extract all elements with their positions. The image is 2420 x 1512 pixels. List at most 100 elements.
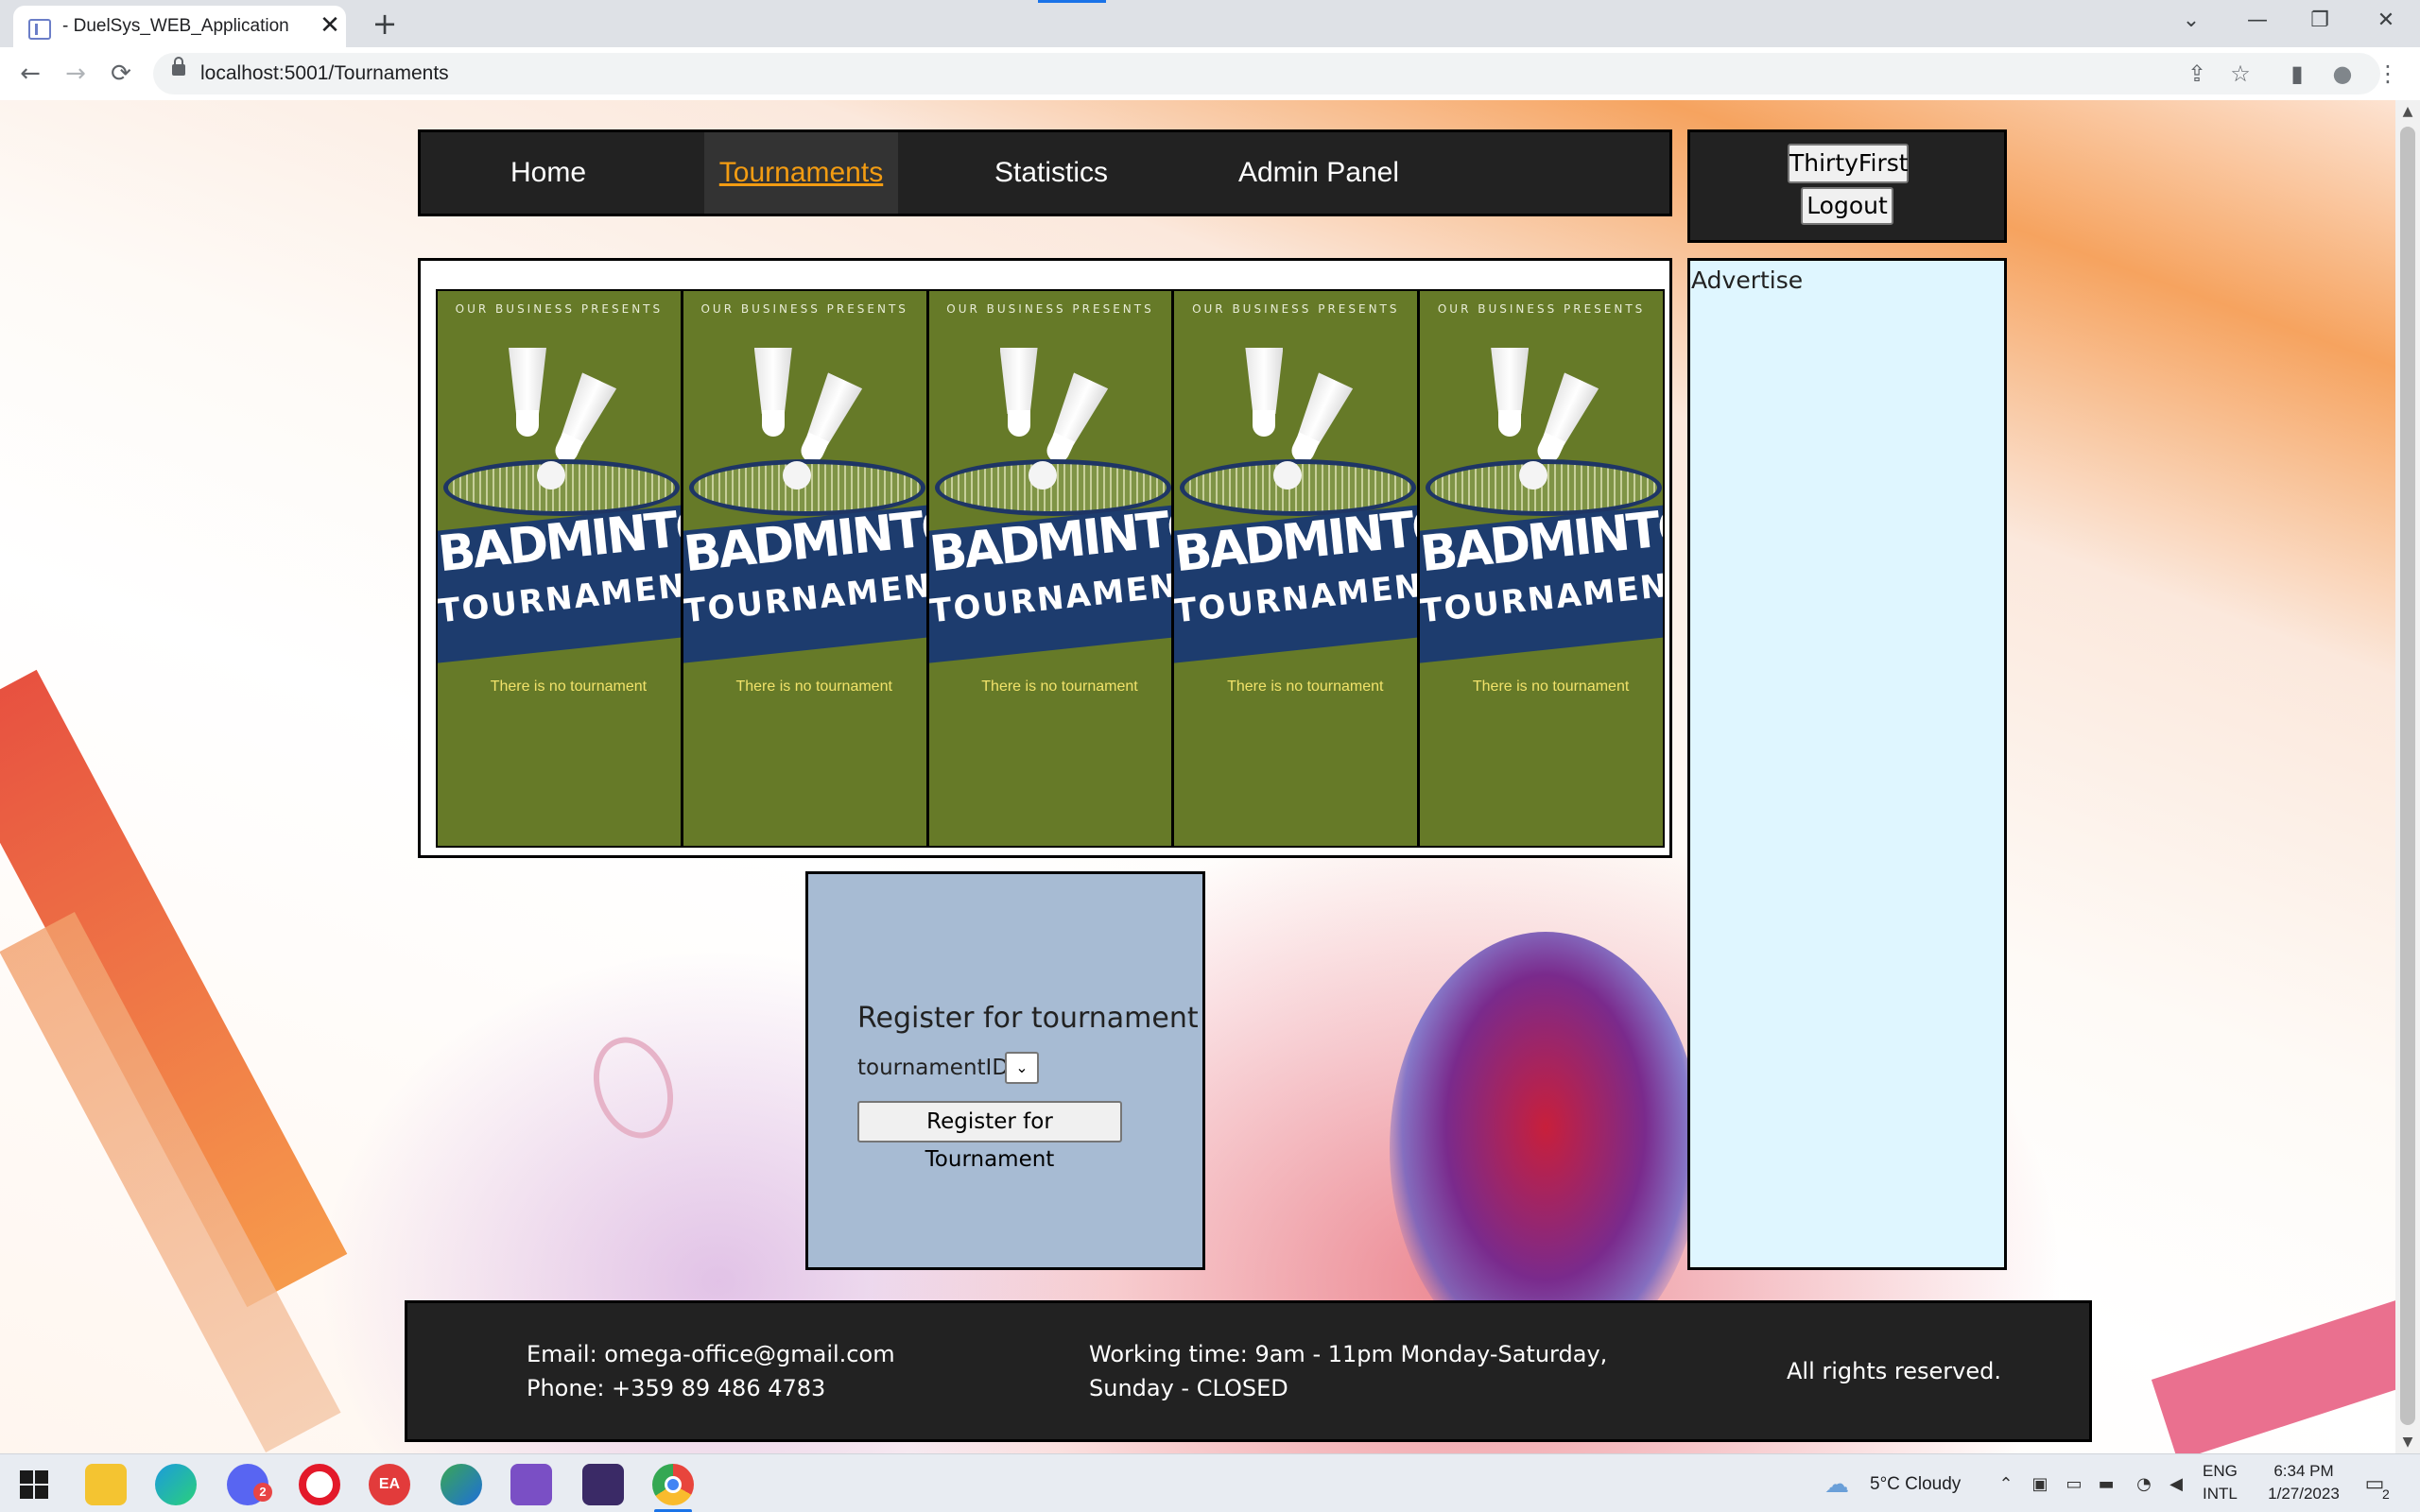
minimize-button[interactable]: — [2229,2,2286,40]
tournament-id-select[interactable]: ⌄ [1005,1052,1039,1084]
weather-cloud-icon[interactable]: ☁ [1824,1472,1849,1497]
card-subtitle: OUR BUSINESS PRESENTS [455,302,664,316]
tournament-card[interactable]: OUR BUSINESS PRESENTS BADMINTON TOURNAME… [436,289,682,848]
close-window-button[interactable]: ✕ [2358,2,2414,40]
page-footer: Email: omega-office@gmail.com Phone: +35… [405,1300,2092,1442]
meet-icon[interactable]: ▣ [2029,1473,2051,1496]
user-panel: ThirtyFirst Logout [1687,129,2007,243]
logout-button[interactable]: Logout [1801,187,1893,225]
browser-tabstrip: - DuelSys_WEB_Application ✕ + ⌄ — ❐ ✕ [0,0,2420,47]
advertise-label: Advertise [1691,266,1804,294]
card-message: There is no tournament [1227,679,1384,695]
url-text[interactable]: localhost:5001/Tournaments [200,62,449,85]
lock-icon[interactable] [172,57,185,76]
clock-time[interactable]: 6:34 PM [2261,1462,2346,1481]
tournament-card[interactable]: OUR BUSINESS PRESENTS BADMINTON TOURNAME… [681,289,927,848]
tournament-id-label: tournamentID [857,1056,1010,1080]
tournament-card[interactable]: OUR BUSINESS PRESENTS BADMINTON TOURNAME… [926,289,1173,848]
tournament-card[interactable]: OUR BUSINESS PRESENTS BADMINTON TOURNAME… [1172,289,1419,848]
card-subtitle: OUR BUSINESS PRESENTS [700,302,908,316]
side-panel-icon[interactable]: ▮ [2280,57,2314,91]
chrome-icon[interactable] [652,1464,694,1505]
address-bar[interactable]: localhost:5001/Tournaments [153,53,2380,94]
discord-icon[interactable]: 2 [227,1464,272,1505]
bookmark-star-icon[interactable]: ☆ [2223,57,2257,91]
tournaments-panel: OUR BUSINESS PRESENTS BADMINTON TOURNAME… [418,258,1672,858]
start-icon[interactable] [13,1464,55,1505]
terminal-icon[interactable] [582,1464,624,1505]
card-message: There is no tournament [490,679,648,695]
username-button[interactable]: ThirtyFirst [1788,144,1909,183]
page-favicon-icon [28,19,51,40]
discord-badge: 2 [253,1483,272,1502]
reload-icon[interactable]: ⟳ [102,55,140,93]
file-explorer-icon[interactable] [85,1464,127,1505]
tournament-card-list: OUR BUSINESS PRESENTS BADMINTON TOURNAME… [436,289,1665,848]
windows-taskbar: 2 EA ☁ 5°C Cloudy ⌃ ▣ ▭ ▬ ◔ ◀ ENG INTL 6… [0,1453,2420,1512]
language-line1[interactable]: ENG [2203,1462,2238,1481]
footer-hours: Working time: 9am - 11pm Monday-Saturday… [1089,1337,1607,1405]
tab-search-icon[interactable]: ⌄ [2163,2,2220,40]
ball-icon [1028,461,1057,490]
shuttlecock-icon [1245,348,1284,442]
nav-tournaments[interactable]: Tournaments [704,132,898,214]
card-message: There is no tournament [735,679,892,695]
chevron-down-icon: ⌄ [1015,1058,1028,1076]
register-form: Register for tournament tournamentID ⌄ R… [805,871,1205,1270]
shuttlecock-icon [1491,348,1530,442]
register-button[interactable]: Register for Tournament [857,1101,1122,1172]
ea-icon[interactable]: EA [369,1464,410,1505]
wifi-icon[interactable]: ◔ [2133,1473,2155,1496]
display-icon[interactable]: ▭ [2063,1473,2085,1496]
page-viewport: Home Tournaments Statistics Admin Panel … [0,100,2395,1453]
scroll-down-icon[interactable]: ▼ [2399,1433,2416,1452]
profile-icon[interactable]: ● [2325,57,2360,91]
ball-icon [1519,461,1548,490]
nav-admin-panel[interactable]: Admin Panel [1191,132,1446,214]
clock-date[interactable]: 1/27/2023 [2254,1485,2354,1503]
loading-indicator [1038,0,1106,3]
forward-icon[interactable]: → [57,55,95,93]
footer-hours-line1: Working time: 9am - 11pm Monday-Saturday… [1089,1341,1608,1367]
card-subtitle: OUR BUSINESS PRESENTS [1192,302,1400,316]
new-tab-button[interactable]: + [369,6,401,42]
browser-tab[interactable]: - DuelSys_WEB_Application ✕ [13,6,346,47]
ball-icon [537,461,565,490]
battery-icon[interactable]: ▬ [2095,1473,2118,1496]
page-scrollbar[interactable]: ▲ ▼ [2395,100,2420,1453]
footer-phone: Phone: +359 89 486 4783 [527,1375,826,1401]
close-tab-icon[interactable]: ✕ [316,11,344,40]
browser-menu-icon[interactable]: ⋮ [2371,57,2405,91]
nav-statistics[interactable]: Statistics [924,132,1179,214]
share-icon[interactable]: ⇪ [2180,57,2214,91]
scroll-up-icon[interactable]: ▲ [2399,102,2416,121]
tray-overflow-icon[interactable]: ⌃ [1995,1473,2017,1496]
shuttlecock-icon [999,348,1038,442]
maps-icon[interactable] [441,1464,482,1505]
advertise-panel: Advertise [1687,258,2007,1270]
browser-toolbar: ← → ⟳ localhost:5001/Tournaments ⇪ ☆ ▮ ●… [0,47,2420,100]
weather-text[interactable]: 5°C Cloudy [1870,1474,1961,1495]
volume-icon[interactable]: ◀ [2165,1473,2187,1496]
background-decoration [2151,1263,2395,1453]
tab-title: - DuelSys_WEB_Application [62,16,289,36]
card-message: There is no tournament [981,679,1138,695]
back-icon[interactable]: ← [11,55,49,93]
background-racket-image [579,1025,687,1150]
footer-hours-line2: Sunday - CLOSED [1089,1375,1288,1401]
edge-icon[interactable] [155,1464,197,1505]
scrollbar-thumb[interactable] [2400,127,2415,1425]
footer-email: Email: omega-office@gmail.com [527,1341,895,1367]
main-navbar: Home Tournaments Statistics Admin Panel [418,129,1672,216]
nav-home[interactable]: Home [421,132,676,214]
restore-button[interactable]: ❐ [2291,2,2348,40]
card-message: There is no tournament [1472,679,1630,695]
tournament-card[interactable]: OUR BUSINESS PRESENTS BADMINTON TOURNAME… [1418,289,1665,848]
language-line2[interactable]: INTL [2203,1485,2238,1503]
footer-contact: Email: omega-office@gmail.com Phone: +35… [527,1337,895,1405]
opera-icon[interactable] [299,1464,340,1505]
visual-studio-icon[interactable] [510,1464,552,1505]
card-subtitle: OUR BUSINESS PRESENTS [946,302,1154,316]
shuttlecock-icon [753,348,792,442]
card-subtitle: OUR BUSINESS PRESENTS [1437,302,1646,316]
